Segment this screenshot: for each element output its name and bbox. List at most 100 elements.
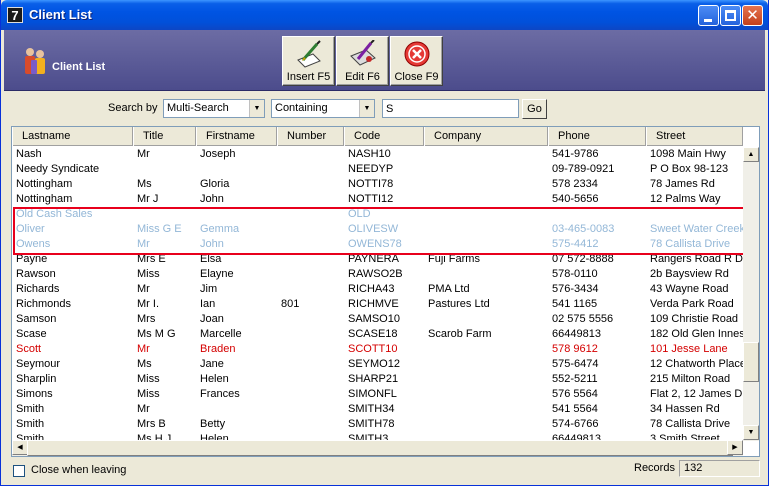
cell-street: P O Box 98-123 xyxy=(650,163,729,175)
table-row[interactable]: Nash Mr Joseph NASH10 541-9786 1098 Main Hwy xyxy=(12,147,743,162)
column-header-firstname[interactable]: Firstname xyxy=(196,127,277,146)
column-header-title[interactable]: Title xyxy=(133,127,196,146)
cell-code: SAMSO10 xyxy=(348,313,400,325)
client-list-window: 7 Client List ✕ Client List Insert F5 Ed… xyxy=(0,0,769,486)
cell-street: 182 Old Glen Innes xyxy=(650,328,743,340)
close-circle-icon xyxy=(404,41,430,67)
cell-firstname: Braden xyxy=(200,343,236,355)
cell-title: Mr xyxy=(137,283,150,295)
table-row[interactable]: Simons Miss Frances SIMONFL 576 5564 Flat 2, … xyxy=(12,387,743,402)
cell-lastname: Rawson xyxy=(16,268,56,280)
cell-number xyxy=(277,192,344,207)
cell-code: NOTTI12 xyxy=(348,193,394,205)
cell-street: Verda Park Road xyxy=(650,298,734,310)
table-row[interactable]: Scase Ms M G Marcelle SCASE18 Scarob Farm 664… xyxy=(12,327,743,342)
cell-title: Mr J xyxy=(137,193,159,205)
cell-code: SMITH3 xyxy=(348,433,389,440)
scroll-up-button[interactable]: ▲ xyxy=(743,147,759,162)
cell-number xyxy=(277,342,344,357)
cell-firstname: Betty xyxy=(200,418,226,430)
table-row[interactable]: Rawson Miss Elayne RAWSO2B 578-0110 2b Baysvi… xyxy=(12,267,743,282)
vertical-scrollbar[interactable]: ▲ ▼ xyxy=(743,147,759,441)
cell-code: SMITH78 xyxy=(348,418,395,430)
cell-lastname: Smith xyxy=(16,418,45,430)
cell-code: SHARP21 xyxy=(348,373,399,385)
table-row[interactable]: Nottingham Mr J John NOTTI12 540-5656 12 Palm… xyxy=(12,192,743,207)
cell-phone: 541 1165 xyxy=(552,298,598,310)
table-row[interactable]: Richmonds Mr I. Ian 801 RICHMVE Pastures Ltd 5… xyxy=(12,297,743,312)
horizontal-scrollbar[interactable]: ◀ ▶ xyxy=(12,440,743,456)
cell-firstname: Gloria xyxy=(200,178,230,190)
cell-number xyxy=(277,417,344,432)
close-when-leaving-checkbox[interactable] xyxy=(13,465,25,477)
table-row[interactable]: Seymour Ms Jane SEYMO12 575-6474 12 Chatworth… xyxy=(12,357,743,372)
column-header-company[interactable]: Company xyxy=(424,127,548,146)
cell-number xyxy=(277,282,344,297)
table-row[interactable]: Richards Mr Jim RICHA43 PMA Ltd 576-3434 43 Wa… xyxy=(12,282,743,297)
cell-number xyxy=(277,177,344,192)
search-by-label: Search by xyxy=(108,102,158,114)
cell-code: SIMONFL xyxy=(348,388,397,400)
close-button[interactable]: Close F9 xyxy=(390,36,443,86)
close-icon: ✕ xyxy=(746,7,759,24)
cell-company xyxy=(424,162,548,177)
table-row[interactable]: Smith Ms H J Helen SMITH3 66449813 3 Smith St… xyxy=(12,432,743,440)
minimize-button[interactable] xyxy=(698,5,719,26)
cell-phone: 578-0110 xyxy=(552,268,598,280)
insert-label: Insert F5 xyxy=(286,71,331,83)
insert-button[interactable]: Insert F5 xyxy=(282,36,335,86)
cell-number: 801 xyxy=(281,298,300,310)
close-window-button[interactable]: ✕ xyxy=(742,5,763,26)
column-header-lastname[interactable]: Lastname xyxy=(12,127,133,146)
cell-number xyxy=(277,162,344,177)
cell-title: Ms H J xyxy=(137,433,172,440)
maximize-button[interactable] xyxy=(720,5,741,26)
chevron-down-icon[interactable]: ▼ xyxy=(359,100,374,117)
column-header-street[interactable]: Street xyxy=(646,127,743,146)
pen-paper-icon xyxy=(297,40,321,68)
table-row[interactable]: Samson Mrs Joan SAMSO10 02 575 5556 109 Chris… xyxy=(12,312,743,327)
scroll-down-button[interactable]: ▼ xyxy=(743,425,759,440)
cell-code: NOTTI78 xyxy=(348,178,394,190)
table-row[interactable]: Scott Mr Braden SCOTT10 578 9612 101 Jesse La… xyxy=(12,342,743,357)
search-mode-select[interactable]: Multi-Search ▼ xyxy=(163,99,265,118)
cell-street: 2b Baysview Rd xyxy=(650,268,729,280)
cell-title xyxy=(133,162,196,177)
cell-number xyxy=(277,402,344,417)
go-button[interactable]: Go xyxy=(522,99,547,119)
scroll-right-button[interactable]: ▶ xyxy=(727,440,743,455)
table-row[interactable]: Nottingham Ms Gloria NOTTI78 578 2334 78 Jame… xyxy=(12,177,743,192)
search-condition-select[interactable]: Containing ▼ xyxy=(271,99,375,118)
cell-lastname: Nottingham xyxy=(16,178,73,190)
cell-phone: 552-5211 xyxy=(552,373,598,385)
horizontal-scroll-thumb[interactable] xyxy=(27,440,733,456)
column-header-code[interactable]: Code xyxy=(344,127,424,146)
records-label: Records xyxy=(634,462,675,474)
cell-street: 43 Wayne Road xyxy=(650,283,729,295)
table-row[interactable]: Smith Mrs B Betty SMITH78 574-6766 78 Callist… xyxy=(12,417,743,432)
cell-code: NASH10 xyxy=(348,148,391,160)
cell-company xyxy=(424,357,548,372)
cell-lastname: Scott xyxy=(16,343,42,355)
cell-street: 78 Callista Drive xyxy=(650,418,731,430)
cell-company xyxy=(424,402,548,417)
cell-phone: 575-6474 xyxy=(552,358,599,370)
column-header-number[interactable]: Number xyxy=(277,127,344,146)
table-row[interactable]: Sharplin Miss Helen SHARP21 552-5211 215 Milt… xyxy=(12,372,743,387)
scroll-left-button[interactable]: ◀ xyxy=(12,440,28,455)
search-input[interactable] xyxy=(382,99,519,118)
search-mode-value: Multi-Search xyxy=(167,102,229,114)
column-header-phone[interactable]: Phone xyxy=(548,127,646,146)
cell-lastname: Nottingham xyxy=(16,193,73,205)
chevron-down-icon[interactable]: ▼ xyxy=(249,100,264,117)
table-row[interactable]: Smith Mr SMITH34 541 5564 34 Hassen Rd xyxy=(12,402,743,417)
cell-firstname: Elayne xyxy=(200,268,234,280)
cell-phone: 09-789-0921 xyxy=(552,163,615,175)
scroll-thumb[interactable] xyxy=(743,342,759,382)
cell-phone: 578 2334 xyxy=(552,178,598,190)
table-row[interactable]: Needy Syndicate NEEDYP 09-789-0921 P O Box … xyxy=(12,162,743,177)
title-bar[interactable]: 7 Client List ✕ xyxy=(1,0,768,30)
cell-number xyxy=(277,267,344,282)
edit-button[interactable]: Edit F6 xyxy=(336,36,389,86)
cell-number xyxy=(277,312,344,327)
